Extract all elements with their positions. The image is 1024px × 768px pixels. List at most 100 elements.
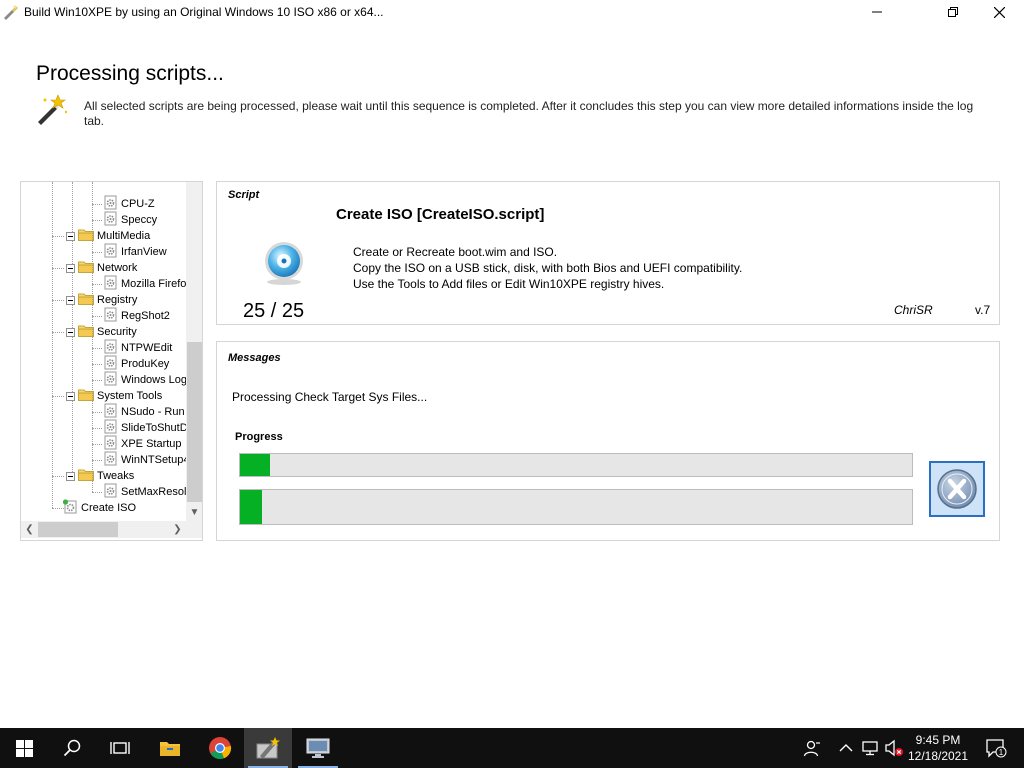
tree-connector-line bbox=[92, 412, 102, 413]
cancel-x-icon bbox=[937, 469, 977, 509]
tree-connector-line bbox=[92, 220, 102, 221]
display-icon bbox=[306, 738, 330, 758]
tree-folder-item[interactable]: MultiMedia bbox=[66, 228, 150, 244]
tree-script-item[interactable]: CPU-Z bbox=[103, 195, 155, 212]
tree-vertical-scroll-thumb[interactable] bbox=[187, 342, 202, 502]
notification-icon: 1 bbox=[986, 739, 1007, 758]
script-counter: 25 / 25 bbox=[243, 300, 305, 322]
collapse-toggle-icon[interactable] bbox=[66, 327, 75, 337]
builder-app-button[interactable] bbox=[244, 728, 292, 768]
tree-script-item[interactable]: RegShot2 bbox=[103, 307, 170, 325]
tree-connector-line bbox=[52, 476, 64, 477]
title-bar: Build Win10XPE by using an Original Wind… bbox=[0, 0, 1024, 24]
scroll-right-arrow-icon[interactable]: ❯ bbox=[169, 521, 186, 538]
tree-item-label: Create ISO bbox=[81, 502, 137, 514]
tree-item-label: RegShot2 bbox=[121, 310, 170, 322]
cancel-button[interactable] bbox=[929, 461, 985, 517]
tree-item-label: WinNTSetup4 bbox=[121, 454, 190, 466]
taskbar: 9:45 PM 12/18/2021 1 bbox=[0, 728, 1024, 768]
tree-script-item[interactable]: SlideToShutD bbox=[103, 419, 188, 436]
script-gear-icon bbox=[103, 243, 118, 261]
tree-connector-line bbox=[52, 268, 64, 269]
restore-icon bbox=[948, 7, 958, 17]
script-gear-icon bbox=[103, 307, 118, 325]
scroll-down-arrow-icon[interactable]: ▼ bbox=[186, 504, 202, 521]
tree-script-item[interactable]: NTPWEdit bbox=[103, 339, 172, 356]
collapse-toggle-icon[interactable] bbox=[66, 391, 75, 401]
chrome-button[interactable] bbox=[196, 728, 244, 768]
file-explorer-button[interactable] bbox=[146, 728, 194, 768]
script-gear-icon bbox=[103, 371, 118, 389]
volume-button[interactable] bbox=[884, 738, 904, 758]
messages-section-label: Messages bbox=[228, 352, 281, 364]
tree-folder-item[interactable]: Security bbox=[66, 324, 137, 340]
script-author: ChriSR bbox=[894, 303, 933, 317]
start-button[interactable] bbox=[0, 728, 48, 768]
script-tree[interactable]: CPU-Z Speccy MultiMedia IrfanView Network Moz… bbox=[20, 181, 203, 541]
tree-horizontal-scroll-thumb[interactable] bbox=[38, 522, 118, 537]
tree-connector-line bbox=[52, 396, 64, 397]
close-icon bbox=[993, 6, 1005, 18]
tree-vertical-scrollbar[interactable]: ▼ bbox=[186, 182, 202, 522]
tree-connector-line bbox=[52, 182, 53, 508]
tree-connector-line bbox=[92, 428, 102, 429]
tree-script-item[interactable]: SetMaxResol bbox=[103, 483, 186, 500]
task-view-icon bbox=[110, 742, 130, 754]
collapse-toggle-icon[interactable] bbox=[66, 263, 75, 273]
tree-folder-item[interactable]: Network bbox=[66, 260, 137, 276]
chrome-icon bbox=[209, 737, 232, 760]
progress-label: Progress bbox=[235, 431, 283, 443]
action-center-button[interactable]: 1 bbox=[984, 738, 1008, 758]
minimize-button[interactable] bbox=[854, 0, 900, 24]
script-version: v.7 bbox=[975, 303, 991, 317]
tree-script-item[interactable]: Mozilla Firefo bbox=[103, 275, 186, 293]
scroll-left-arrow-icon[interactable]: ❮ bbox=[21, 521, 38, 538]
tree-connector-line bbox=[92, 316, 102, 317]
total-progress-fill bbox=[240, 490, 263, 524]
close-button[interactable] bbox=[976, 0, 1022, 24]
task-view-button[interactable] bbox=[96, 728, 144, 768]
window-title: Build Win10XPE by using an Original Wind… bbox=[24, 5, 384, 19]
tree-script-item[interactable]: Create ISO bbox=[62, 499, 137, 516]
tree-connector-line bbox=[92, 364, 102, 365]
script-description: Create or Recreate boot.wim and ISO. Cop… bbox=[353, 244, 742, 292]
tree-connector-line bbox=[92, 444, 102, 445]
tree-connector-line bbox=[92, 460, 102, 461]
tree-item-label: Security bbox=[97, 326, 137, 338]
tree-script-item[interactable]: ProduKey bbox=[103, 355, 169, 372]
script-progress-fill bbox=[240, 454, 271, 476]
tree-script-item[interactable]: WinNTSetup4 bbox=[103, 451, 190, 468]
tree-item-label: MultiMedia bbox=[97, 230, 151, 242]
tree-item-label: IrfanView bbox=[121, 246, 167, 258]
people-button[interactable] bbox=[802, 738, 822, 758]
restore-button[interactable] bbox=[930, 0, 976, 24]
display-app-button[interactable] bbox=[294, 728, 342, 768]
collapse-toggle-icon[interactable] bbox=[66, 231, 75, 241]
messages-panel: Messages Processing Check Target Sys Fil… bbox=[216, 341, 1000, 541]
tree-item-label: Network bbox=[97, 262, 138, 274]
tree-connector-line bbox=[92, 348, 102, 349]
tree-item-label: Windows Log bbox=[121, 374, 188, 386]
tree-folder-item[interactable]: System Tools bbox=[66, 388, 162, 404]
search-button[interactable] bbox=[48, 728, 96, 768]
clock[interactable]: 9:45 PM 12/18/2021 bbox=[903, 732, 973, 764]
tree-connector-line bbox=[92, 492, 102, 493]
tree-folder-item[interactable]: Tweaks bbox=[66, 468, 134, 484]
tree-script-item[interactable]: Windows Log bbox=[103, 371, 188, 389]
status-message: Processing Check Target Sys Files... bbox=[232, 390, 428, 404]
script-gear-icon bbox=[103, 275, 118, 293]
tree-connector-line bbox=[92, 252, 102, 253]
tree-item-label: Registry bbox=[97, 294, 138, 306]
tree-script-item[interactable]: NSudo - Run bbox=[103, 403, 185, 420]
tree-script-item[interactable]: IrfanView bbox=[103, 243, 167, 261]
tree-folder-item[interactable]: Registry bbox=[66, 292, 137, 308]
show-hidden-icons-button[interactable] bbox=[836, 738, 856, 758]
tree-horizontal-scrollbar[interactable]: ❮ ❯ bbox=[21, 521, 202, 538]
tree-script-item[interactable]: XPE Startup bbox=[103, 435, 182, 452]
collapse-toggle-icon[interactable] bbox=[66, 295, 75, 305]
collapse-toggle-icon[interactable] bbox=[66, 471, 75, 481]
tree-script-item[interactable]: Speccy bbox=[103, 211, 157, 228]
network-button[interactable] bbox=[860, 738, 880, 758]
tree-item-label: XPE Startup bbox=[121, 438, 182, 450]
tree-item-label: CPU-Z bbox=[121, 198, 155, 210]
